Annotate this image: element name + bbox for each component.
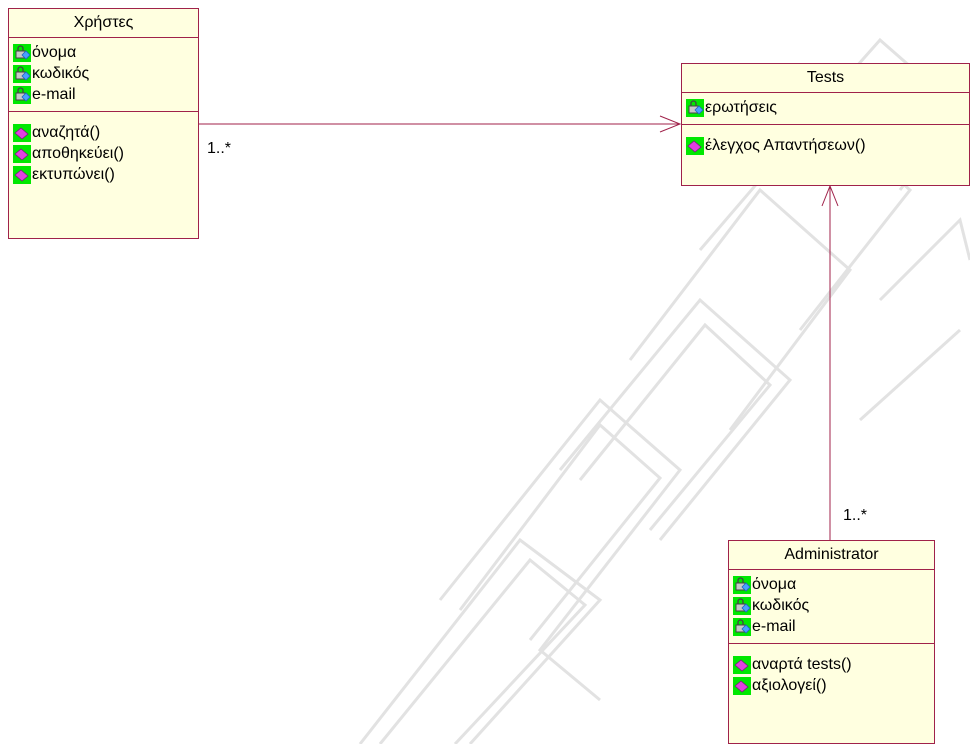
attribute-label: κωδικός xyxy=(752,597,810,614)
attribute-label: e-mail xyxy=(752,618,796,635)
attribute-label: ερωτήσεις xyxy=(705,99,777,116)
class-tests-name: Tests xyxy=(682,64,969,93)
operation-label: έλεγχος Απαντήσεων() xyxy=(705,137,866,154)
operation-item[interactable]: αναζητά() xyxy=(13,122,198,143)
class-administrator-attributes: όνομα κωδικός e-mail xyxy=(729,570,934,644)
attribute-item[interactable]: ερωτήσεις xyxy=(686,97,969,118)
private-attribute-lock-icon xyxy=(733,575,751,594)
private-attribute-lock-icon xyxy=(686,98,704,117)
operation-label: αποθηκεύει() xyxy=(32,145,124,162)
attribute-label: όνομα xyxy=(752,576,797,593)
public-operation-diamond-icon xyxy=(13,144,31,163)
class-users-attributes: όνομα κωδικός e-mail xyxy=(9,38,198,112)
private-attribute-lock-icon xyxy=(733,596,751,615)
operation-label: εκτυπώνει() xyxy=(32,166,115,183)
attribute-item[interactable]: όνομα xyxy=(13,42,198,63)
attribute-label: όνομα xyxy=(32,44,77,61)
class-tests-attributes: ερωτήσεις xyxy=(682,93,969,125)
attribute-label: e-mail xyxy=(32,86,76,103)
multiplicity-users-end: 1..* xyxy=(207,140,232,157)
private-attribute-lock-icon xyxy=(13,64,31,83)
class-users-operations: αναζητά() αποθηκεύει() εκτυπώνει() xyxy=(9,112,198,191)
operation-label: αναρτά tests() xyxy=(752,656,852,673)
public-operation-diamond-icon xyxy=(733,676,751,695)
class-tests-operations: έλεγχος Απαντήσεων() xyxy=(682,125,969,162)
public-operation-diamond-icon xyxy=(13,165,31,184)
private-attribute-lock-icon xyxy=(13,43,31,62)
operation-item[interactable]: αναρτά tests() xyxy=(733,654,934,675)
operation-item[interactable]: έλεγχος Απαντήσεων() xyxy=(686,135,969,156)
attribute-label: κωδικός xyxy=(32,65,90,82)
attribute-item[interactable]: κωδικός xyxy=(13,63,198,84)
attribute-item[interactable]: e-mail xyxy=(733,616,934,637)
multiplicity-admin-end: 1..* xyxy=(843,507,868,524)
class-users-name: Χρήστες xyxy=(9,9,198,38)
operation-item[interactable]: αποθηκεύει() xyxy=(13,143,198,164)
attribute-item[interactable]: e-mail xyxy=(13,84,198,105)
operation-label: αξιολογεί() xyxy=(752,677,827,694)
operation-item[interactable]: εκτυπώνει() xyxy=(13,164,198,185)
public-operation-diamond-icon xyxy=(733,655,751,674)
private-attribute-lock-icon xyxy=(733,617,751,636)
private-attribute-lock-icon xyxy=(13,85,31,104)
operation-item[interactable]: αξιολογεί() xyxy=(733,675,934,696)
class-administrator[interactable]: Administrator όνομα κωδικός e-mail αναρτ… xyxy=(728,540,935,744)
attribute-item[interactable]: όνομα xyxy=(733,574,934,595)
public-operation-diamond-icon xyxy=(13,123,31,142)
class-administrator-name: Administrator xyxy=(729,541,934,570)
class-tests[interactable]: Tests ερωτήσεις έλεγχος Απαντήσεων() xyxy=(681,63,970,186)
attribute-item[interactable]: κωδικός xyxy=(733,595,934,616)
class-administrator-operations: αναρτά tests() αξιολογεί() xyxy=(729,644,934,702)
class-users[interactable]: Χρήστες όνομα κωδικός e-mail αναζητά() α… xyxy=(8,8,199,239)
public-operation-diamond-icon xyxy=(686,136,704,155)
operation-label: αναζητά() xyxy=(32,124,101,141)
